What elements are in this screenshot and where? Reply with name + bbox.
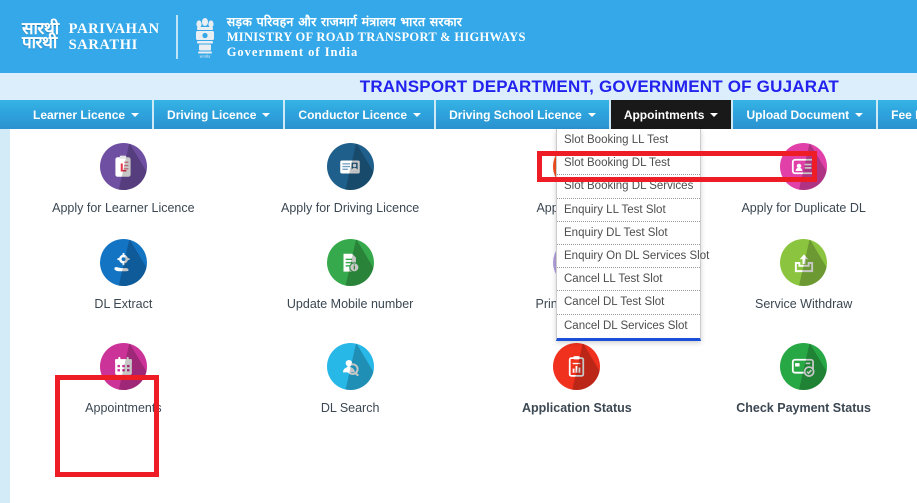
site-header-banner: सारथी पारथी PARIVAHAN SARATHI सत्यमेव सड… <box>0 0 917 73</box>
chevron-down-icon <box>262 112 271 117</box>
tile-label: Application Status <box>522 401 632 415</box>
parivahan-sarathi-wordmark: PARIVAHAN SARATHI <box>69 21 160 53</box>
nav-item-driving-school-licence[interactable]: Driving School Licence <box>436 100 611 129</box>
appointments-dropdown-menu: Slot Booking LL Test Slot Booking DL Tes… <box>556 129 709 341</box>
tile-label: Apply for Learner Licence <box>52 201 195 215</box>
left-rail <box>0 129 10 503</box>
tile-apply-for-learner-licence[interactable]: L Apply for Learner Licence <box>10 129 237 225</box>
chevron-down-icon <box>710 112 719 117</box>
tile-label: Apply for Duplicate DL <box>741 201 866 215</box>
menu-item-slot-booking-ll-test[interactable]: Slot Booking LL Test <box>557 129 700 153</box>
tile-check-payment-status[interactable]: Check Payment Status <box>690 321 917 436</box>
tile-dl-extract[interactable]: DL Extract <box>10 225 237 321</box>
nav-item-fee-payments[interactable]: Fee Payments <box>878 100 917 129</box>
header-divider <box>175 14 178 59</box>
nav-label: Upload Document <box>746 107 850 122</box>
nav-label: Driving School Licence <box>449 107 582 122</box>
person-search-icon <box>326 343 374 390</box>
tile-row-1: L Apply for Learner Licence Apply for Dr… <box>10 129 917 225</box>
department-title-bar: TRANSPORT DEPARTMENT, GOVERNMENT OF GUJA… <box>0 73 917 100</box>
tile-dl-search[interactable]: DL Search <box>237 321 464 436</box>
clipboard-chart-icon <box>553 343 601 390</box>
tile-label: Apply for Driving Licence <box>280 201 420 215</box>
tile-label: DL Search <box>320 401 380 415</box>
duplicate-dl-icon <box>780 143 828 190</box>
header-content: सारथी पारथी PARIVAHAN SARATHI सत्यमेव सड… <box>0 13 526 61</box>
calendar-icon <box>99 343 147 390</box>
ministry-titles: सड़क परिवहन और राजमार्ग मंत्रालय भारत सर… <box>227 14 526 60</box>
nav-item-upload-document[interactable]: Upload Document <box>733 100 879 129</box>
tile-label: Check Payment Status <box>736 401 872 415</box>
tile-label: Update Mobile number <box>286 297 414 311</box>
menu-item-slot-booking-dl-test[interactable]: Slot Booking DL Test <box>557 152 700 176</box>
nav-item-appointments[interactable]: Appointments <box>610 100 734 129</box>
wordmark-line-1: PARIVAHAN <box>68 20 160 37</box>
chevron-down-icon <box>413 112 422 117</box>
menu-item-enquiry-ll-test-slot[interactable]: Enquiry LL Test Slot <box>557 199 700 222</box>
menu-item-enquiry-on-dl-services-slot[interactable]: Enquiry On DL Services Slot <box>557 245 709 269</box>
ministry-title-hindi: सड़क परिवहन और राजमार्ग मंत्रालय भारत सर… <box>226 13 463 29</box>
nav-label: Fee Payments <box>891 107 917 122</box>
document-info-icon: i <box>326 239 374 286</box>
tile-apply-for-duplicate-dl[interactable]: Apply for Duplicate DL <box>690 129 917 225</box>
tile-update-mobile-number[interactable]: i Update Mobile number <box>237 225 464 321</box>
service-tiles-grid: L Apply for Learner Licence Apply for Dr… <box>10 129 917 503</box>
sarathi-logo-devanagari: सारथी पारथी <box>22 19 59 53</box>
svg-text:L: L <box>120 161 127 174</box>
svg-text:i: i <box>353 263 355 271</box>
menu-item-cancel-dl-test-slot[interactable]: Cancel DL Test Slot <box>557 291 700 315</box>
government-of-india-label: Government of India <box>226 44 359 59</box>
upload-box-icon <box>780 239 828 286</box>
wordmark-line-2: SARATHI <box>68 36 138 53</box>
chevron-down-icon <box>131 112 140 117</box>
sarathi-logo[interactable]: सारथी पारथी <box>22 21 59 52</box>
ministry-title-english: MINISTRY OF ROAD TRANSPORT & HIGHWAYS <box>226 29 526 44</box>
sarathi-portal-page: सारथी पारथी PARIVAHAN SARATHI सत्यमेव सड… <box>0 0 917 503</box>
menu-item-cancel-ll-test-slot[interactable]: Cancel LL Test Slot <box>557 268 700 292</box>
hand-gear-icon <box>99 239 147 286</box>
nav-label: Conductor Licence <box>298 107 408 122</box>
tile-apply-for-driving-licence[interactable]: Apply for Driving Licence <box>237 129 464 225</box>
india-national-emblem-icon: सत्यमेव <box>195 17 214 59</box>
nav-label: Appointments <box>623 107 705 122</box>
tile-label: Service Withdraw <box>755 297 853 311</box>
menu-item-slot-booking-dl-services[interactable]: Slot Booking DL Services <box>557 175 700 199</box>
menu-item-cancel-dl-services-slot[interactable]: Cancel DL Services Slot <box>557 315 700 338</box>
nav-item-conductor-licence[interactable]: Conductor Licence <box>285 100 437 129</box>
tile-row-3: Appointments DL Search Application Statu… <box>10 321 917 436</box>
tile-label: Appointments <box>85 401 162 415</box>
tile-service-withdraw[interactable]: Service Withdraw <box>690 225 917 321</box>
menu-item-enquiry-dl-test-slot[interactable]: Enquiry DL Test Slot <box>557 222 700 245</box>
svg-text:सत्यमेव: सत्यमेव <box>199 54 211 59</box>
id-card-icon <box>326 143 374 190</box>
nav-item-learner-licence[interactable]: Learner Licence <box>20 100 155 129</box>
nav-item-driving-licence[interactable]: Driving Licence <box>154 100 286 129</box>
payment-card-check-icon <box>780 343 828 390</box>
main-navigation-bar: Learner Licence Driving Licence Conducto… <box>0 100 917 129</box>
chevron-down-icon <box>855 112 864 117</box>
tile-label: DL Extract <box>94 297 153 311</box>
nav-label: Driving Licence <box>167 107 257 122</box>
page-title: TRANSPORT DEPARTMENT, GOVERNMENT OF GUJA… <box>359 76 839 96</box>
tile-row-2: DL Extract i Update Mobile number Print … <box>10 225 917 321</box>
tile-appointments[interactable]: Appointments <box>10 321 237 436</box>
nav-label: Learner Licence <box>33 107 126 122</box>
chevron-down-icon <box>587 112 596 117</box>
clipboard-l-icon: L <box>99 143 147 190</box>
